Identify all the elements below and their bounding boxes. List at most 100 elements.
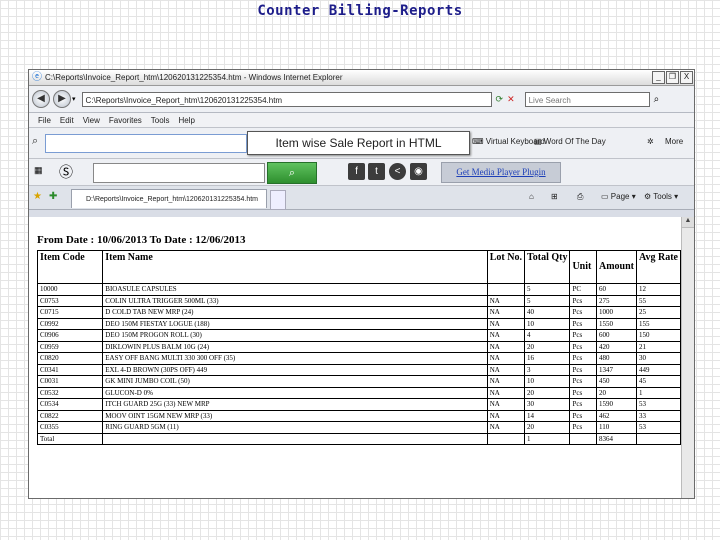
address-input[interactable]: C:\Reports\Invoice_Report_htm\1206201312… (81, 91, 492, 107)
stop-icon[interactable]: ✕ (507, 94, 515, 105)
table-row: C0959 DIKLOWIN PLUS BALM 10G (24) NA 20 Pcs 4… (36, 340, 681, 353)
vertical-scrollbar[interactable]: ▲ (681, 217, 694, 498)
cell-lot-no: NA (486, 329, 525, 342)
cell-total-qty: 30 (523, 398, 571, 411)
date-range: From Date : 10/06/2013 To Date : 12/06/2… (37, 234, 246, 246)
word-of-day-label: Word Of The Day (543, 137, 606, 146)
menu-help[interactable]: Help (178, 116, 194, 125)
facebook-icon[interactable]: f (348, 163, 365, 180)
favorites-star-icon[interactable]: ★ (33, 191, 42, 202)
print-icon[interactable]: ⎙ (577, 192, 583, 202)
page-menu[interactable]: ▭ Page ▾ (601, 192, 636, 201)
search-icon[interactable]: ⌕ (654, 94, 660, 105)
refresh-icon[interactable]: ⟳ (496, 94, 504, 105)
cell-item-name: GLUCON-D 0% (102, 386, 488, 399)
cell-lot-no: NA (486, 306, 525, 319)
menu-tools[interactable]: Tools (151, 116, 170, 125)
media-player-link[interactable]: Get Media Player Plugin (441, 162, 561, 183)
cell-avg-rate: 155 (636, 317, 681, 330)
table-row: C0992 DEO 150M FIESTAY LOGUE (188) NA 10 Pcs… (36, 317, 681, 330)
menu-favorites[interactable]: Favorites (109, 116, 142, 125)
history-dropdown-icon[interactable]: ▾ (72, 95, 76, 103)
toolbar-search-input[interactable] (45, 134, 247, 153)
twitter-icon[interactable]: t (368, 163, 385, 180)
cell-unit: Pcs (569, 363, 597, 376)
cell-total-qty: 4 (523, 329, 571, 342)
tools-menu[interactable]: ⚙ Tools ▾ (644, 192, 678, 201)
skype-icon[interactable]: Ⓢ (59, 162, 73, 182)
table-row: C0534 ITCH GUARD 25G (33) NEW MRP NA 30 Pcs 1… (36, 398, 681, 411)
cell-avg-rate: 150 (636, 329, 681, 342)
add-favorites-icon[interactable]: ✚ (49, 191, 57, 202)
cell-amount: 275 (595, 294, 638, 307)
cell-item-name: MOOV OINT 15GM NEW MRP (33) (102, 409, 488, 422)
cell-unit: Pcs (569, 306, 597, 319)
restore-button[interactable]: ❐ (666, 71, 679, 84)
cell-avg-rate (636, 432, 681, 445)
cell-item-code: 10000 (36, 283, 104, 296)
cell-total-qty: 20 (523, 386, 571, 399)
header-total-qty: Total Qty (523, 250, 571, 284)
menu-file[interactable]: File (38, 116, 51, 125)
sale-report-table: Item Code Item Name Lot No. Total Qty Un… (36, 250, 681, 445)
go-search-button[interactable]: ⌕ (267, 162, 317, 184)
cell-unit: Pcs (569, 317, 597, 330)
cell-avg-rate: 55 (636, 294, 681, 307)
callout-label: Item wise Sale Report in HTML (247, 131, 470, 155)
cell-total-qty: 5 (523, 294, 571, 307)
cell-lot-no: NA (486, 409, 525, 422)
cell-amount: 60 (595, 283, 638, 296)
home-icon[interactable]: ⌂ (529, 192, 534, 201)
cell-item-name: D COLD TAB NEW MRP (24) (102, 306, 488, 319)
page-menu-label: Page (610, 192, 630, 201)
header-unit: Unit (569, 250, 597, 284)
cell-lot-no: NA (486, 363, 525, 376)
cell-item-code: C0031 (36, 375, 104, 388)
cell-unit: Pcs (569, 340, 597, 353)
scroll-track[interactable] (682, 228, 694, 488)
flag-icon[interactable]: ▦ (34, 165, 43, 176)
header-lot-no: Lot No. (486, 250, 525, 284)
word-of-day-button[interactable]: ▤ Word Of The Day (534, 137, 606, 146)
cell-total-qty: 16 (523, 352, 571, 365)
cell-item-name: COLIN ULTRA TRIGGER 500ML (33) (102, 294, 488, 307)
cell-total-qty: 1 (523, 432, 571, 445)
cell-item-code: C0534 (36, 398, 104, 411)
header-label: Amount (598, 261, 634, 272)
tab-report[interactable]: D:\Reports\Invoice_Report_htm\1206201312… (71, 189, 267, 208)
cell-total-qty: 20 (523, 340, 571, 353)
scroll-up-icon[interactable]: ▲ (682, 217, 694, 228)
menu-view[interactable]: View (83, 116, 100, 125)
more-button[interactable]: More (665, 137, 683, 146)
cell-unit: Pcs (569, 375, 597, 388)
share-icon[interactable]: < (389, 163, 406, 180)
cell-item-name: DIKLOWIN PLUS BALM 10G (24) (102, 340, 488, 353)
menu-edit[interactable]: Edit (60, 116, 74, 125)
radio-icon[interactable]: ◉ (410, 163, 427, 180)
table-row: C0031 GK MINI JUMBO COIL (50) NA 10 Pcs 450 45 (36, 375, 681, 388)
cell-item-code: C0532 (36, 386, 104, 399)
menu-bar: File Edit View Favorites Tools Help (29, 113, 694, 128)
header-label: Item Code (40, 252, 85, 263)
table-row: C0820 EASY OFF BANG MULTI 330 300 OFF (35… (36, 352, 681, 365)
close-button[interactable]: X (680, 71, 693, 84)
cell-avg-rate: 1 (636, 386, 681, 399)
cell-avg-rate: 25 (636, 306, 681, 319)
cell-total-qty: 14 (523, 409, 571, 422)
cell-avg-rate: 53 (636, 398, 681, 411)
back-button[interactable]: ◀ (32, 90, 50, 108)
table-row: C0715 D COLD TAB NEW MRP (24) NA 40 Pcs 1000 2… (36, 306, 681, 319)
cell-lot-no: NA (486, 352, 525, 365)
minimize-button[interactable]: _ (652, 71, 665, 84)
cell-item-code: C0341 (36, 363, 104, 376)
settings-icon[interactable]: ✲ (647, 137, 654, 146)
toolbar2-search-input[interactable] (93, 163, 265, 183)
search-input[interactable]: Live Search (524, 91, 650, 107)
feeds-icon[interactable]: ⊞ (551, 192, 558, 201)
cell-amount: 600 (595, 329, 638, 342)
cell-amount: 110 (595, 421, 638, 434)
cell-lot-no: NA (486, 294, 525, 307)
new-tab-button[interactable] (270, 190, 286, 210)
cell-item-code: C0820 (36, 352, 104, 365)
forward-button[interactable]: ▶ (53, 90, 71, 108)
